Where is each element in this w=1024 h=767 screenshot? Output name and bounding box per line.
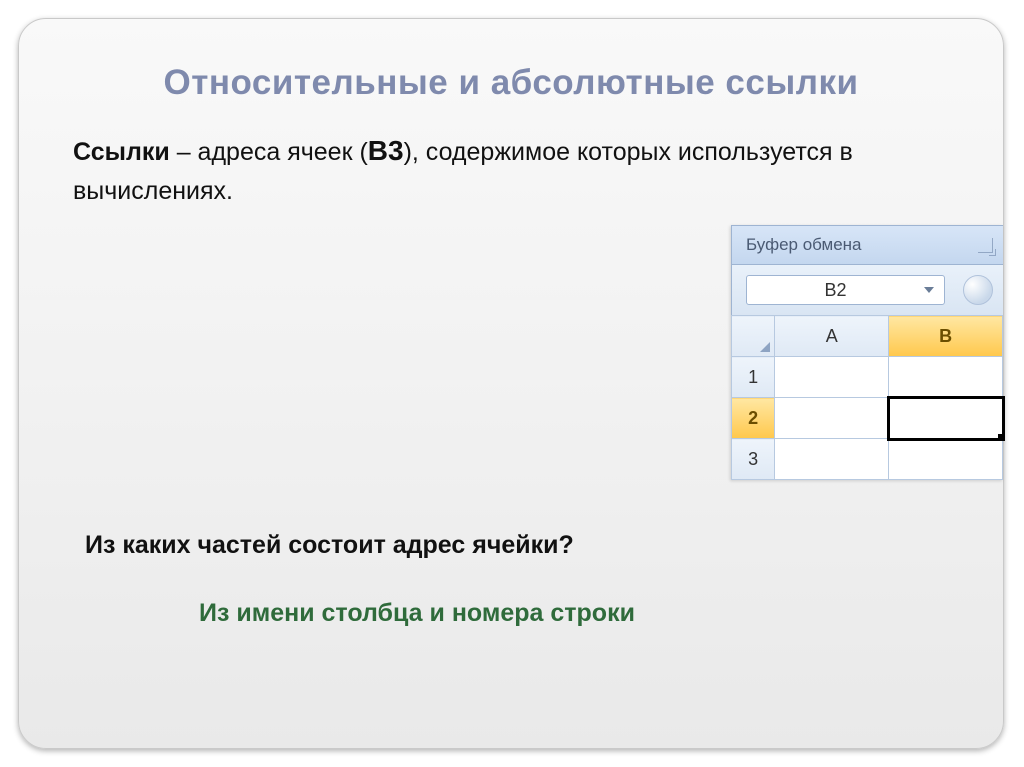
slide-title: Относительные и абсолютные ссылки xyxy=(73,63,949,103)
slide-frame: Относительные и абсолютные ссылки Ссылки… xyxy=(18,18,1004,749)
excel-snippet: Буфер обмена B2 A B 1 2 xyxy=(731,225,1003,480)
row-header-3[interactable]: 3 xyxy=(732,439,775,480)
definition-paragraph: Ссылки – адреса ячеек (В3), содержимое к… xyxy=(73,129,949,211)
cell-a3[interactable] xyxy=(775,439,889,480)
column-header-b[interactable]: B xyxy=(889,316,1003,357)
answer-text: Из имени столбца и номера строки xyxy=(199,599,635,628)
spreadsheet-grid: A B 1 2 3 xyxy=(731,315,1003,480)
fx-icon[interactable] xyxy=(963,275,993,305)
cell-a2[interactable] xyxy=(775,398,889,439)
term-word: Ссылки xyxy=(73,138,170,166)
question-text: Из каких частей состоит адрес ячейки? xyxy=(85,531,574,560)
cell-b2-selected[interactable] xyxy=(889,398,1003,439)
cell-ref: В3 xyxy=(368,135,404,166)
name-box-row: B2 xyxy=(731,265,1003,315)
clipboard-group-bar: Буфер обмена xyxy=(731,225,1003,265)
chevron-down-icon xyxy=(924,287,934,293)
select-all-corner[interactable] xyxy=(732,316,775,357)
cell-a1[interactable] xyxy=(775,357,889,398)
clipboard-group-label: Буфер обмена xyxy=(746,235,862,255)
row-header-2[interactable]: 2 xyxy=(732,398,775,439)
cell-b3[interactable] xyxy=(889,439,1003,480)
para-mid1: – адреса ячеек ( xyxy=(170,138,368,166)
row-header-1[interactable]: 1 xyxy=(732,357,775,398)
name-box[interactable]: B2 xyxy=(746,275,945,305)
dialog-launcher-icon[interactable] xyxy=(978,238,993,253)
name-box-value: B2 xyxy=(747,280,924,301)
cell-b1[interactable] xyxy=(889,357,1003,398)
column-header-a[interactable]: A xyxy=(775,316,889,357)
